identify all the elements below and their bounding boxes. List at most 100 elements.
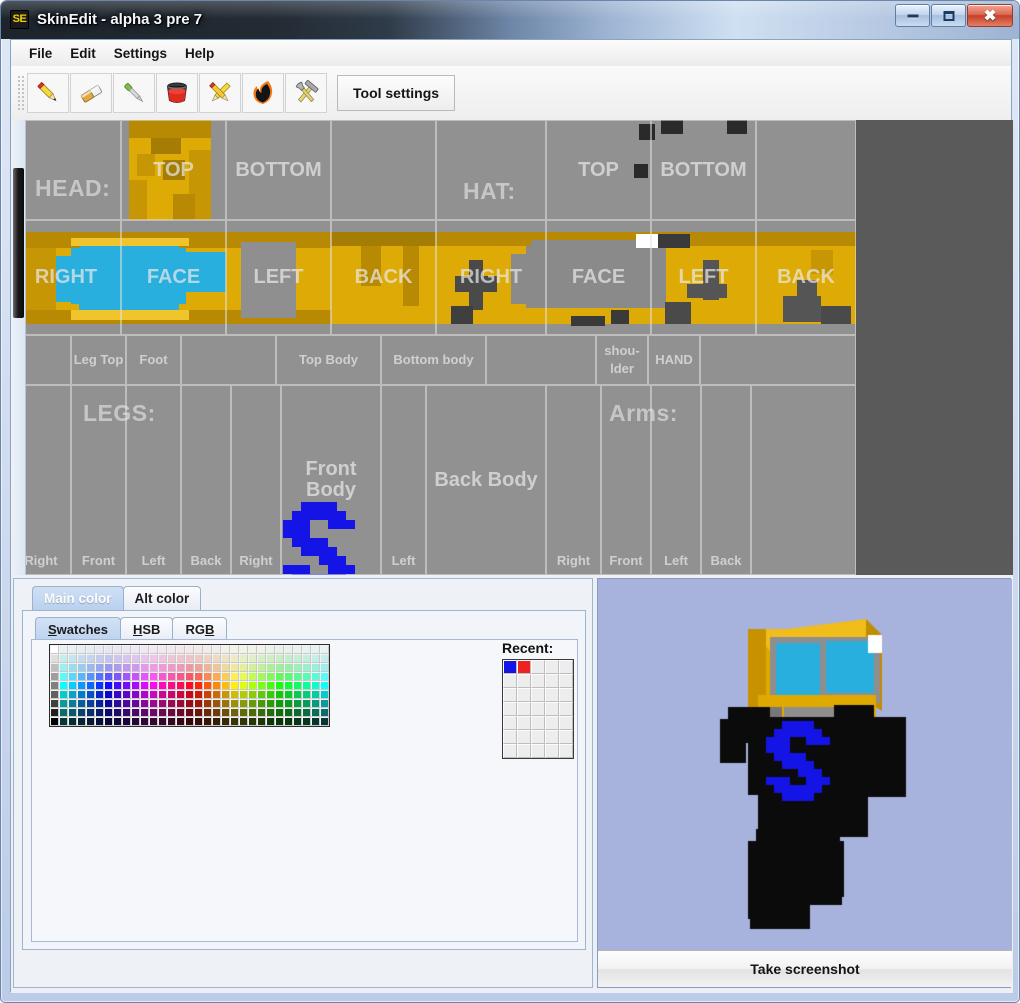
color-swatch[interactable] — [113, 663, 122, 672]
hat-label-cell[interactable] — [436, 120, 546, 220]
color-swatch[interactable] — [311, 699, 320, 708]
menu-file[interactable]: File — [20, 43, 61, 64]
color-swatch[interactable] — [104, 663, 113, 672]
arm-left-cell[interactable]: Left — [651, 385, 701, 575]
color-swatch[interactable] — [248, 672, 257, 681]
recent-color-swatch[interactable] — [545, 744, 559, 758]
color-swatch[interactable] — [95, 699, 104, 708]
color-swatch[interactable] — [275, 690, 284, 699]
color-swatch[interactable] — [95, 708, 104, 717]
color-swatch[interactable] — [185, 717, 194, 726]
color-swatch[interactable] — [113, 717, 122, 726]
color-swatch[interactable] — [248, 717, 257, 726]
color-swatch[interactable] — [158, 654, 167, 663]
color-swatch[interactable] — [275, 717, 284, 726]
color-swatch[interactable] — [275, 654, 284, 663]
recent-color-swatch[interactable] — [517, 660, 531, 674]
recent-color-swatch[interactable] — [517, 702, 531, 716]
color-swatch[interactable] — [293, 654, 302, 663]
color-swatch[interactable] — [203, 645, 212, 654]
swatch-grid[interactable] — [49, 644, 330, 727]
color-swatch[interactable] — [284, 663, 293, 672]
hat-top-cell[interactable]: TOP — [546, 120, 651, 220]
color-swatch[interactable] — [149, 708, 158, 717]
color-swatch[interactable] — [158, 690, 167, 699]
color-swatch[interactable] — [248, 663, 257, 672]
head-label-cell[interactable] — [11, 120, 121, 220]
color-swatch[interactable] — [284, 645, 293, 654]
recent-color-swatch[interactable] — [545, 660, 559, 674]
color-swatch[interactable] — [50, 717, 59, 726]
recent-color-swatch[interactable] — [531, 702, 545, 716]
color-swatch[interactable] — [248, 708, 257, 717]
color-swatch[interactable] — [284, 690, 293, 699]
color-swatch[interactable] — [203, 690, 212, 699]
toolbar-drag-handle[interactable] — [17, 75, 26, 111]
color-swatch[interactable] — [77, 654, 86, 663]
color-swatch[interactable] — [68, 708, 77, 717]
color-swatch[interactable] — [59, 690, 68, 699]
color-swatch[interactable] — [104, 645, 113, 654]
color-swatch[interactable] — [122, 708, 131, 717]
color-swatch[interactable] — [68, 663, 77, 672]
color-swatch[interactable] — [158, 663, 167, 672]
color-swatch[interactable] — [122, 663, 131, 672]
tab-alt-color[interactable]: Alt color — [122, 586, 202, 610]
color-swatch[interactable] — [95, 690, 104, 699]
fill-bucket-tool-button[interactable] — [156, 73, 198, 113]
color-swatch[interactable] — [122, 681, 131, 690]
maximize-button[interactable] — [931, 4, 966, 27]
head-spacer-cell[interactable] — [331, 120, 436, 220]
color-swatch[interactable] — [266, 645, 275, 654]
head-left-cell[interactable]: LEFT — [226, 220, 331, 335]
color-swatch[interactable] — [293, 699, 302, 708]
build-tool-button[interactable] — [285, 73, 327, 113]
color-swatch[interactable] — [230, 663, 239, 672]
color-swatch[interactable] — [158, 699, 167, 708]
color-swatch[interactable] — [149, 690, 158, 699]
recent-color-swatch[interactable] — [517, 716, 531, 730]
color-swatch[interactable] — [239, 645, 248, 654]
color-swatch[interactable] — [221, 672, 230, 681]
color-swatch[interactable] — [158, 708, 167, 717]
recent-color-swatch[interactable] — [559, 730, 573, 744]
recent-color-swatch[interactable] — [517, 744, 531, 758]
color-swatch[interactable] — [257, 690, 266, 699]
color-swatch[interactable] — [239, 654, 248, 663]
head-bottom-cell[interactable]: BOTTOM — [226, 120, 331, 220]
color-swatch[interactable] — [194, 699, 203, 708]
recent-grid[interactable] — [502, 659, 574, 759]
color-swatch[interactable] — [176, 708, 185, 717]
color-swatch[interactable] — [176, 690, 185, 699]
color-swatch[interactable] — [221, 645, 230, 654]
recent-color-swatch[interactable] — [545, 674, 559, 688]
color-swatch[interactable] — [50, 645, 59, 654]
color-swatch[interactable] — [320, 654, 329, 663]
color-swatch[interactable] — [167, 645, 176, 654]
color-swatch[interactable] — [275, 672, 284, 681]
color-swatch[interactable] — [149, 717, 158, 726]
color-swatch[interactable] — [95, 645, 104, 654]
color-swatch[interactable] — [194, 645, 203, 654]
minimize-button[interactable] — [895, 4, 930, 27]
color-swatch[interactable] — [194, 672, 203, 681]
color-swatch[interactable] — [212, 681, 221, 690]
color-swatch[interactable] — [212, 663, 221, 672]
color-swatch[interactable] — [140, 672, 149, 681]
color-swatch[interactable] — [212, 654, 221, 663]
color-swatch[interactable] — [230, 699, 239, 708]
color-swatch[interactable] — [122, 699, 131, 708]
color-swatch[interactable] — [77, 645, 86, 654]
color-swatch[interactable] — [68, 699, 77, 708]
color-swatch[interactable] — [275, 663, 284, 672]
color-swatch[interactable] — [68, 681, 77, 690]
color-swatch[interactable] — [239, 681, 248, 690]
color-swatch[interactable] — [185, 681, 194, 690]
color-swatch[interactable] — [320, 672, 329, 681]
color-swatch[interactable] — [293, 672, 302, 681]
color-swatch[interactable] — [140, 645, 149, 654]
color-swatch[interactable] — [311, 690, 320, 699]
color-swatch[interactable] — [212, 690, 221, 699]
model-preview-panel[interactable]: Take screenshot — [597, 578, 1012, 988]
recent-color-swatch[interactable] — [503, 674, 517, 688]
